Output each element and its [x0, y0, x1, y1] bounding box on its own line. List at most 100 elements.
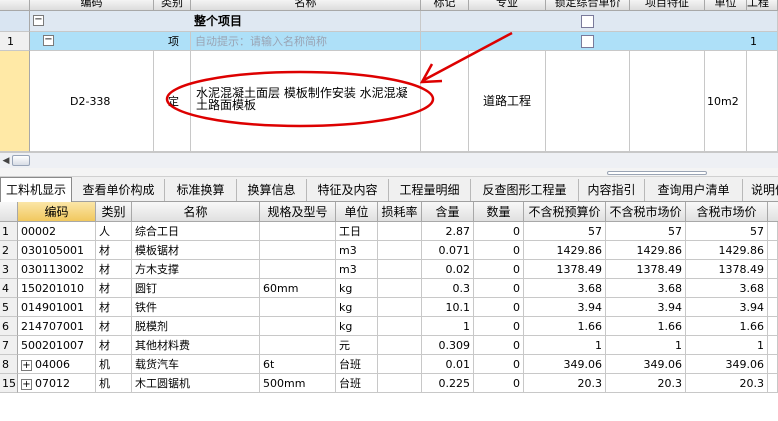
resource-spec[interactable] — [260, 336, 336, 355]
tab-standard-conversion[interactable]: 标准换算 — [165, 179, 237, 201]
resource-content[interactable]: 0.071 — [422, 241, 474, 260]
resource-budget-price[interactable]: 3.94 — [524, 298, 606, 317]
resource-content[interactable]: 0.309 — [422, 336, 474, 355]
resource-code[interactable]: 030113002 — [18, 260, 96, 279]
resource-unit[interactable]: m3 — [336, 241, 378, 260]
resource-spec[interactable] — [260, 317, 336, 336]
resource-unit[interactable]: 台班 — [336, 374, 378, 393]
resource-budget-price[interactable]: 1378.49 — [524, 260, 606, 279]
resource-category[interactable]: 材 — [96, 298, 132, 317]
horizontal-scrollbar[interactable]: ◀ — [0, 152, 778, 168]
resource-tax-market-price[interactable]: 1429.86 — [686, 241, 768, 260]
lower-header-spec[interactable]: 规格及型号 — [260, 202, 336, 222]
resource-unit[interactable]: 台班 — [336, 355, 378, 374]
tab-unit-price-breakdown[interactable]: 查看单价构成 — [73, 179, 165, 201]
resource-name[interactable]: 脱模剂 — [132, 317, 260, 336]
resource-loss-rate[interactable] — [378, 241, 422, 260]
resource-tax-market-price[interactable]: 1.66 — [686, 317, 768, 336]
resource-category[interactable]: 材 — [96, 279, 132, 298]
resource-unit[interactable]: kg — [336, 317, 378, 336]
lower-header-loss-rate[interactable]: 损耗率 — [378, 202, 422, 222]
resource-category[interactable]: 材 — [96, 241, 132, 260]
resource-budget-price[interactable]: 349.06 — [524, 355, 606, 374]
tab-features-content[interactable]: 特征及内容 — [307, 179, 389, 201]
resource-loss-rate[interactable] — [378, 222, 422, 241]
lower-header-market-price[interactable]: 不含税市场价 — [606, 202, 686, 222]
pane-splitter[interactable] — [0, 168, 778, 177]
resource-tax-market-price[interactable]: 3.68 — [686, 279, 768, 298]
resource-content[interactable]: 2.87 — [422, 222, 474, 241]
resource-budget-price[interactable]: 3.68 — [524, 279, 606, 298]
resource-quantity[interactable]: 0 — [474, 355, 524, 374]
resource-code[interactable]: 030105001 — [18, 241, 96, 260]
resource-content[interactable]: 0.225 — [422, 374, 474, 393]
resource-tax-market-price[interactable]: 57 — [686, 222, 768, 241]
resource-category[interactable]: 材 — [96, 317, 132, 336]
resource-spec[interactable] — [260, 222, 336, 241]
resource-tax-market-price[interactable]: 349.06 — [686, 355, 768, 374]
resource-market-price[interactable]: 3.94 — [606, 298, 686, 317]
resource-loss-rate[interactable] — [378, 260, 422, 279]
resource-quantity[interactable]: 0 — [474, 241, 524, 260]
resource-quantity[interactable]: 0 — [474, 298, 524, 317]
resource-category[interactable]: 机 — [96, 355, 132, 374]
resource-name[interactable]: 圆钉 — [132, 279, 260, 298]
resource-unit[interactable]: 工日 — [336, 222, 378, 241]
resource-tax-market-price[interactable]: 1378.49 — [686, 260, 768, 279]
resource-quantity[interactable]: 0 — [474, 374, 524, 393]
resource-loss-rate[interactable] — [378, 336, 422, 355]
resource-name[interactable]: 铁件 — [132, 298, 260, 317]
tab-query-user-list[interactable]: 查询用户清单 — [645, 179, 743, 201]
resource-unit[interactable]: m3 — [336, 260, 378, 279]
resource-unit[interactable]: kg — [336, 298, 378, 317]
tab-labor-material-machine[interactable]: 工料机显示 — [0, 177, 72, 202]
resource-category[interactable]: 机 — [96, 374, 132, 393]
lower-header-tax-market-price[interactable]: 含税市场价 — [686, 202, 768, 222]
resource-budget-price[interactable]: 57 — [524, 222, 606, 241]
resource-content[interactable]: 0.3 — [422, 279, 474, 298]
resource-spec[interactable] — [260, 241, 336, 260]
resource-loss-rate[interactable] — [378, 374, 422, 393]
resource-code[interactable]: 014901001 — [18, 298, 96, 317]
splitter-grip[interactable] — [607, 171, 707, 175]
resource-content[interactable]: 0.01 — [422, 355, 474, 374]
resource-loss-rate[interactable] — [378, 355, 422, 374]
resource-category[interactable]: 材 — [96, 260, 132, 279]
resource-quantity[interactable]: 0 — [474, 279, 524, 298]
tab-conversion-info[interactable]: 换算信息 — [237, 179, 307, 201]
resource-name[interactable]: 模板锯材 — [132, 241, 260, 260]
resource-market-price[interactable]: 1 — [606, 336, 686, 355]
expand-icon[interactable]: + — [21, 359, 32, 371]
scroll-thumb[interactable] — [12, 155, 30, 166]
resource-quantity[interactable]: 0 — [474, 336, 524, 355]
resource-market-price[interactable]: 20.3 — [606, 374, 686, 393]
resource-quantity[interactable]: 0 — [474, 222, 524, 241]
resource-name[interactable]: 综合工日 — [132, 222, 260, 241]
tab-instructions[interactable]: 说明信 — [743, 179, 778, 201]
lower-header-category[interactable]: 类别 — [96, 202, 132, 222]
resource-code[interactable]: +04006 — [18, 355, 96, 374]
resource-market-price[interactable]: 349.06 — [606, 355, 686, 374]
resource-category[interactable]: 人 — [96, 222, 132, 241]
resource-content[interactable]: 10.1 — [422, 298, 474, 317]
resource-name[interactable]: 载货汽车 — [132, 355, 260, 374]
resource-tax-market-price[interactable]: 3.94 — [686, 298, 768, 317]
tab-quantity-details[interactable]: 工程量明细 — [389, 179, 471, 201]
resource-loss-rate[interactable] — [378, 317, 422, 336]
lower-header-content[interactable]: 含量 — [422, 202, 474, 222]
resource-unit[interactable]: kg — [336, 279, 378, 298]
resource-budget-price[interactable]: 1429.86 — [524, 241, 606, 260]
resource-market-price[interactable]: 1378.49 — [606, 260, 686, 279]
resource-code[interactable]: 150201010 — [18, 279, 96, 298]
resource-budget-price[interactable]: 1 — [524, 336, 606, 355]
resource-spec[interactable] — [260, 298, 336, 317]
resource-code[interactable]: 500201007 — [18, 336, 96, 355]
resource-market-price[interactable]: 3.68 — [606, 279, 686, 298]
resource-budget-price[interactable]: 1.66 — [524, 317, 606, 336]
resource-market-price[interactable]: 1429.86 — [606, 241, 686, 260]
tab-content-guide[interactable]: 内容指引 — [579, 179, 645, 201]
lower-header-budget-price[interactable]: 不含税预算价 — [524, 202, 606, 222]
resource-code[interactable]: 00002 — [18, 222, 96, 241]
resource-tax-market-price[interactable]: 20.3 — [686, 374, 768, 393]
lower-header-code[interactable]: 编码 — [18, 202, 96, 222]
